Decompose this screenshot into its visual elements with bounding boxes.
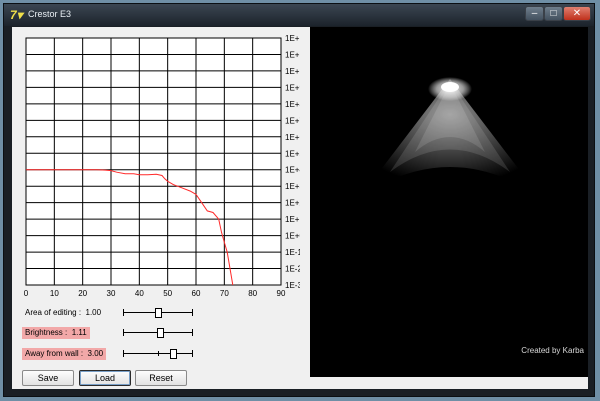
away-from-wall-label: Away from wall : 3.00 [22,348,107,360]
main-panel: 01020304050607080901E-31E-21E-11E+01E+11… [12,27,588,389]
x-tick-label: 0 [24,289,29,298]
title-bar[interactable]: 7▾ Crestor E3 – □ ✕ [4,4,594,26]
plot-area [25,37,282,286]
close-button[interactable]: ✕ [563,6,591,21]
light-preview: Created by Karba [310,27,588,377]
slider-tick [158,351,159,356]
slider-thumb[interactable] [155,308,162,318]
slider-end [123,350,124,357]
x-tick-label: 70 [220,289,229,298]
slider-end [192,309,193,316]
chart-canvas: 01020304050607080901E-31E-21E-11E+01E+11… [24,34,309,298]
y-tick-label: 1E-2 [285,265,300,274]
y-tick-label: 1E+8 [285,100,300,109]
load-button[interactable]: Load [79,370,131,386]
light-cone-image [360,77,540,197]
credit-text: Created by Karba [521,346,584,355]
area-of-editing-label: Area of editing : 1.00 [25,308,102,317]
y-tick-label: 1E+11 [285,50,300,59]
save-button[interactable]: Save [22,370,74,386]
slider-end [192,350,193,357]
x-tick-label: 40 [135,289,144,298]
x-tick-label: 20 [78,289,87,298]
y-tick-label: 1E+0 [285,232,300,241]
y-tick-label: 1E+2 [285,199,300,208]
y-tick-label: 1E-1 [285,248,300,257]
y-tick-label: 1E+1 [285,215,300,224]
brightness-label: Brightness : 1.11 [22,327,90,339]
x-tick-label: 80 [248,289,257,298]
y-tick-label: 1E+5 [285,149,300,158]
y-tick-label: 1E+6 [285,133,300,142]
app-logo-icon: 7▾ [10,8,23,22]
x-tick-label: 10 [50,289,59,298]
y-tick-label: 1E+12 [285,34,300,43]
minimize-button[interactable]: – [525,6,544,21]
window-title: Crestor E3 [28,9,72,19]
y-tick-label: 1E+9 [285,83,300,92]
area-of-editing-value: 1.00 [85,308,102,317]
y-tick-label: 1E+4 [285,166,300,175]
y-tick-label: 1E+3 [285,182,300,191]
y-tick-label: 1E+10 [285,67,300,76]
area-of-editing-slider[interactable] [123,308,193,318]
x-tick-label: 90 [277,289,286,298]
app-window: 7▾ Crestor E3 – □ ✕ 0 10 20 30 40 50 60 70 80 90 1… [3,3,595,397]
slider-end [192,329,193,336]
brightness-value: 1.11 [71,328,87,337]
reset-button[interactable]: Reset [135,370,187,386]
x-tick-label: 50 [163,289,172,298]
slider-thumb[interactable] [157,328,164,338]
maximize-button[interactable]: □ [544,6,563,21]
slider-thumb[interactable] [170,349,177,359]
away-from-wall-slider[interactable] [123,349,193,359]
slider-end [123,309,124,316]
x-tick-label: 60 [192,289,201,298]
intensity-chart[interactable]: 01020304050607080901E-31E-21E-11E+01E+11… [18,32,309,318]
away-from-wall-value: 3.00 [87,349,104,358]
brightness-slider[interactable] [123,328,193,338]
y-tick-label: 1E+7 [285,116,300,125]
slider-end [123,329,124,336]
y-tick-label: 1E-3 [285,281,300,290]
x-tick-label: 30 [107,289,116,298]
